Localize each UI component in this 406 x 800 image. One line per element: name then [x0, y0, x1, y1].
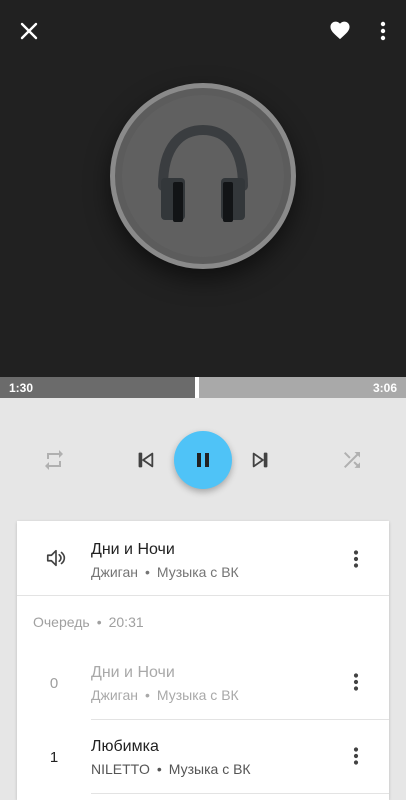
more-options-button[interactable]	[368, 12, 398, 50]
queue-item-more-button[interactable]	[343, 665, 369, 699]
queue-item[interactable]: 0 Дни и Ночи Джиган • Музыка с ВК	[17, 645, 389, 719]
now-playing-row[interactable]: Дни и Ночи Джиган • Музыка с ВК	[17, 521, 389, 595]
now-playing-artist: Джиган	[91, 564, 138, 580]
queue-item-source: Музыка с ВК	[168, 761, 251, 777]
favorite-button[interactable]	[322, 12, 358, 48]
queue-item-title: Любимка	[91, 738, 159, 755]
shuffle-icon	[344, 452, 360, 468]
more-vertical-icon	[353, 747, 359, 765]
seek-bar[interactable]: 1:30 3:06	[0, 377, 406, 398]
track-more-button[interactable]	[343, 542, 369, 576]
headphones-icon	[158, 124, 248, 222]
now-playing-source: Музыка с ВК	[156, 564, 239, 580]
volume-icon	[41, 543, 71, 573]
current-time: 1:30	[9, 381, 34, 395]
more-vertical-icon	[353, 673, 359, 691]
divider	[17, 595, 389, 596]
queue-item-source: Музыка с ВК	[156, 687, 239, 703]
queue-item-artist: Джиган	[91, 687, 138, 703]
separator-dot: •	[156, 761, 162, 777]
queue-item-index: 1	[49, 749, 59, 766]
total-time: 3:06	[372, 381, 397, 395]
shuffle-button[interactable]	[332, 442, 372, 478]
separator-dot: •	[144, 564, 150, 580]
queue-item-index: 0	[49, 675, 59, 692]
queue-item-subtitle: NILETTO • Музыка с ВК	[91, 761, 251, 777]
seek-bar-thumb[interactable]	[195, 377, 199, 398]
skip-previous-icon	[138, 452, 154, 468]
next-track-button[interactable]	[244, 442, 278, 478]
close-icon	[20, 22, 38, 40]
album-artwork-area	[0, 0, 406, 377]
queue-item-artist: NILETTO	[91, 761, 150, 777]
queue-item-subtitle: Джиган • Музыка с ВК	[91, 687, 239, 703]
pause-icon	[197, 453, 209, 467]
skip-next-icon	[252, 452, 268, 468]
divider	[91, 793, 389, 794]
playback-controls	[0, 398, 406, 520]
repeat-icon	[45, 450, 63, 470]
now-playing-subtitle: Джиган • Музыка с ВК	[91, 564, 239, 580]
separator-dot: •	[144, 687, 150, 703]
queue-item-title: Дни и Ночи	[91, 664, 175, 681]
queue-duration: 20:31	[108, 614, 144, 630]
more-vertical-icon	[353, 550, 359, 568]
queue-header: Очередь • 20:31	[33, 614, 144, 630]
queue-item[interactable]: 1 Любимка NILETTO • Музыка с ВК	[17, 719, 389, 793]
previous-track-button[interactable]	[128, 442, 162, 478]
more-vertical-icon	[380, 21, 386, 41]
separator-dot: •	[96, 614, 102, 630]
album-art-disc	[110, 83, 296, 269]
playlist-card: Дни и Ночи Джиган • Музыка с ВК Очередь • 20…	[17, 521, 389, 800]
repeat-button[interactable]	[34, 442, 74, 478]
now-playing-title: Дни и Ночи	[91, 541, 175, 558]
close-button[interactable]	[10, 12, 48, 50]
queue-label: Очередь	[33, 614, 90, 630]
pause-button[interactable]	[174, 431, 232, 489]
heart-icon	[330, 21, 350, 40]
queue-item-more-button[interactable]	[343, 739, 369, 773]
